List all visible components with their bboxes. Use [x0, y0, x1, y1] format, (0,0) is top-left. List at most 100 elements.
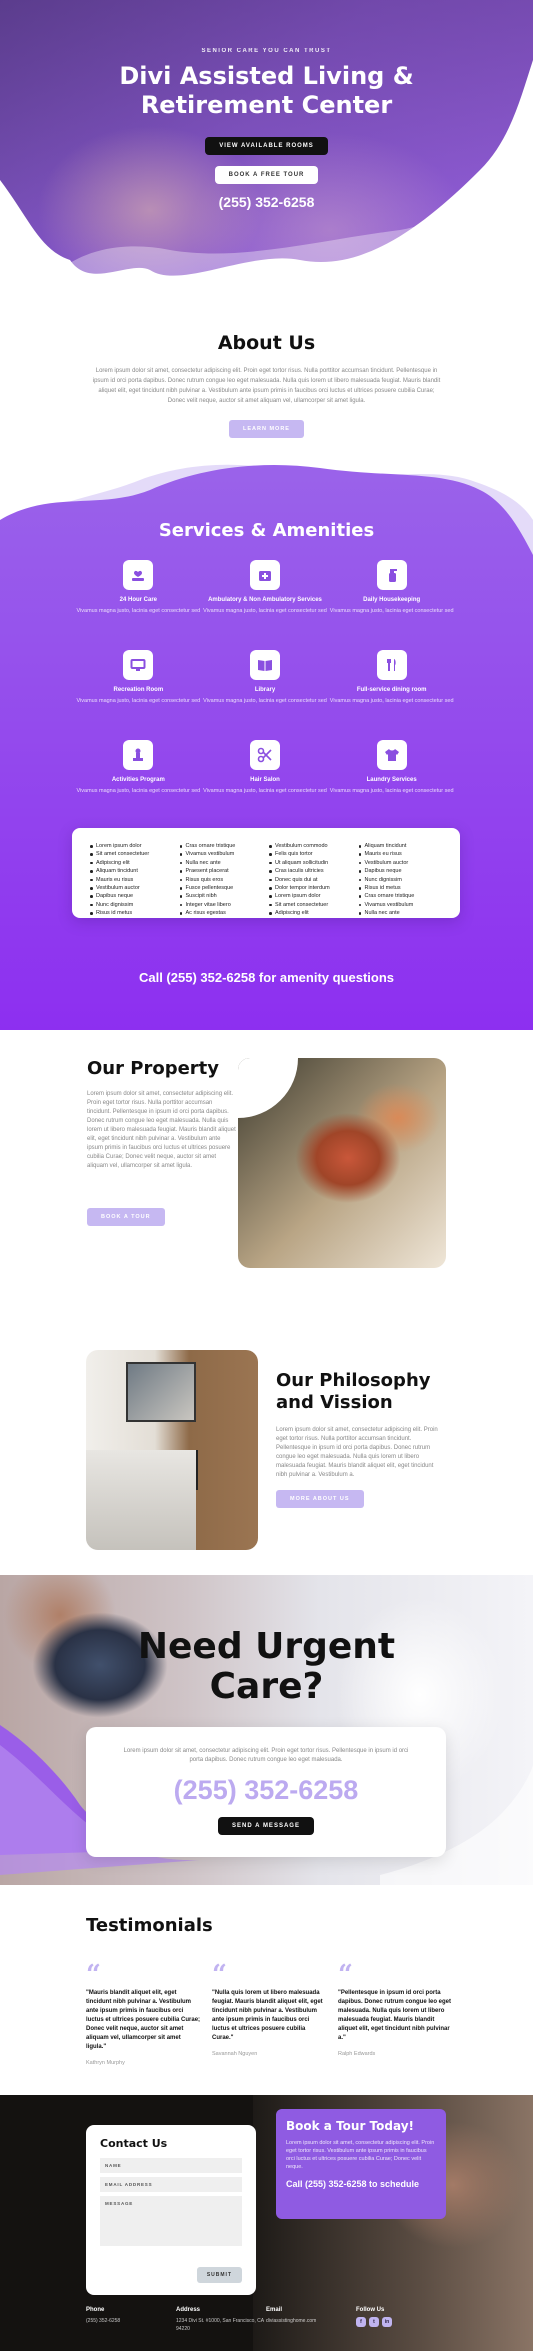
testimonial-quote: "Mauris blandit aliquet elit, eget tinci…	[86, 1990, 201, 2050]
hand-heart-icon	[123, 560, 154, 590]
footer-follow-label: Follow Us	[356, 2307, 385, 2313]
shirt-icon	[376, 740, 407, 770]
hero-phone[interactable]: (255) 352-6258	[0, 194, 533, 210]
testimonial-author: Kathryn Murphy	[86, 2060, 125, 2066]
list-item: Cras ornare tristique	[179, 842, 270, 850]
footer-phone-value[interactable]: (255) 352-6258	[86, 2317, 176, 2325]
name-field[interactable]: NAME	[100, 2158, 242, 2173]
scissors-icon	[249, 740, 280, 770]
list-item: Vestibulum auctor	[90, 884, 180, 892]
list-item: Dolor tempor interdum	[269, 884, 359, 892]
footer-phone: Phone (255) 352-6258	[86, 2307, 176, 2333]
book-tour-button[interactable]: BOOK A FREE TOUR	[214, 166, 319, 184]
message-field[interactable]: MESSAGE	[100, 2196, 242, 2246]
facebook-icon[interactable]: f	[356, 2317, 366, 2327]
list-item: Risus id metus	[358, 884, 449, 892]
list-item: Nunc dignissim	[90, 901, 180, 909]
list-item: Aliquam tincidunt	[90, 867, 180, 875]
footer-social: Follow Us f t in	[356, 2307, 446, 2333]
list-item: Cras ornare tristique	[358, 892, 449, 900]
quote-icon: “	[338, 1960, 353, 1990]
urgent-title: Need Urgent Care?	[0, 1627, 533, 1707]
more-about-us-button[interactable]: MORE ABOUT US	[276, 1490, 364, 1508]
footer-email: Email diviassistinghome.com	[266, 2307, 356, 2333]
list-item: Lorem ipsum dolor	[269, 892, 359, 900]
spray-bottle-icon	[376, 560, 407, 590]
tour-body: Lorem ipsum dolor sit amet, consectetur …	[286, 2140, 435, 2170]
urgent-title-line2: Care?	[209, 1666, 324, 1707]
services-title: Services & Amenities	[158, 520, 375, 541]
hero-section: SENIOR CARE YOU CAN TRUST Divi Assisted …	[0, 0, 533, 300]
service-title: Hair Salon	[250, 777, 280, 783]
service-desc: Vivamus magna justo, lacinia eget consec…	[203, 608, 327, 614]
list-item: Risus id metus	[90, 909, 180, 917]
instagram-icon[interactable]: in	[382, 2317, 392, 2327]
list-item: Fusce pellentesque	[179, 884, 270, 892]
service-title: 24 Hour Care	[119, 597, 157, 603]
medical-kit-icon	[249, 560, 280, 590]
property-title: Our Property	[87, 1058, 220, 1079]
amenities-list-col3: Vestibulum commodo Felis quis tortor Ut …	[269, 842, 359, 918]
chess-icon	[123, 740, 154, 770]
list-item: Cras iaculis ultricies	[269, 867, 359, 875]
amenities-list-col4: Aliquam tincidunt Mauris eu risus Vestib…	[358, 842, 449, 918]
list-item: Mauris eu risus	[90, 876, 180, 884]
property-section: Our Property Lorem ipsum dolor sit amet,…	[0, 1030, 533, 1320]
list-item: Integer vitae libero	[179, 901, 270, 909]
service-title: Recreation Room	[113, 687, 164, 693]
urgent-phone[interactable]: (255) 352-6258	[86, 1775, 446, 1806]
service-laundry: Laundry Services Vivamus magna justo, la…	[328, 740, 455, 812]
urgent-body: Lorem ipsum dolor sit amet, consectetur …	[123, 1748, 409, 1763]
footer-address-label: Address	[176, 2307, 201, 2313]
book-icon	[249, 650, 280, 680]
service-library: Library Vivamus magna justo, lacinia ege…	[202, 650, 329, 722]
tour-phone[interactable]: Call (255) 352-6258 to schedule	[286, 2179, 436, 2189]
urgent-care-section: Need Urgent Care? Lorem ipsum dolor sit …	[0, 1575, 533, 1885]
monitor-icon	[123, 650, 154, 680]
list-item: Donec quis dui at	[269, 876, 359, 884]
service-desc: Vivamus magna justo, lacinia eget consec…	[329, 608, 454, 614]
property-book-tour-button[interactable]: BOOK A TOUR	[87, 1208, 165, 1226]
testimonial-card: “ "Pellentesque in ipsum id orci porta d…	[338, 1960, 453, 2057]
fork-knife-icon	[376, 650, 407, 680]
list-item: Sit amet consectetuer	[90, 850, 180, 858]
list-item: Lorem ipsum dolor	[90, 842, 180, 850]
list-item: Risus quis eros	[179, 876, 270, 884]
testimonial-card: “ "Nulla quis lorem ut libero malesuada …	[212, 1962, 327, 2057]
amenity-call-cta[interactable]: Call (255) 352-6258 for amenity question…	[0, 970, 533, 985]
footer-email-value[interactable]: diviassistinghome.com	[266, 2317, 356, 2325]
contact-section: Book a Tour Today! Lorem ipsum dolor sit…	[0, 2095, 533, 2351]
submit-button[interactable]: SUBMIT	[196, 2267, 242, 2283]
service-24-hour-care: 24 Hour Care Vivamus magna justo, lacini…	[75, 560, 202, 632]
service-title: Activities Program	[111, 777, 165, 783]
contact-title: Contact Us	[100, 2137, 168, 2150]
list-item: Adipiscing elit	[269, 909, 359, 917]
learn-more-button[interactable]: LEARN MORE	[229, 420, 304, 438]
service-title: Daily Housekeeping	[363, 597, 421, 603]
send-message-button[interactable]: SEND A MESSAGE	[218, 1817, 314, 1835]
hero-content: SENIOR CARE YOU CAN TRUST Divi Assisted …	[0, 48, 533, 210]
list-item: Sit amet consectetuer	[269, 901, 359, 909]
list-item: Vestibulum auctor	[358, 859, 449, 867]
list-item: Praesent placerat	[179, 867, 270, 875]
service-desc: Vivamus magna justo, lacinia eget consec…	[329, 788, 454, 794]
list-item: Ut aliquam sollicitudin	[269, 859, 359, 867]
footer-address-value: 1234 Divi St. #1000, San Francisco, CA 9…	[176, 2318, 264, 2332]
property-body: Lorem ipsum dolor sit amet, consectetur …	[87, 1091, 236, 1169]
twitter-icon[interactable]: t	[369, 2317, 379, 2327]
philosophy-body: Lorem ipsum dolor sit amet, consectetur …	[276, 1427, 438, 1478]
service-desc: Vivamus magna justo, lacinia eget consec…	[203, 788, 327, 794]
email-field[interactable]: EMAIL ADDRESS	[100, 2177, 242, 2192]
list-item: Dapibus neque	[358, 867, 449, 875]
view-rooms-button[interactable]: VIEW AVAILABLE ROOMS	[205, 137, 328, 155]
service-ambulatory: Ambulatory & Non Ambulatory Services Viv…	[202, 560, 329, 632]
list-item: Mauris eu risus	[358, 850, 449, 858]
service-title: Laundry Services	[366, 777, 417, 783]
service-dining-room: Full-service dining room Vivamus magna j…	[328, 650, 455, 722]
service-desc: Vivamus magna justo, lacinia eget consec…	[329, 698, 454, 704]
footer: Phone (255) 352-6258 Address 1234 Divi S…	[86, 2307, 446, 2333]
list-item: Adipiscing elit	[90, 859, 180, 867]
hero-eyebrow: SENIOR CARE YOU CAN TRUST	[201, 48, 332, 54]
footer-address: Address 1234 Divi St. #1000, San Francis…	[176, 2307, 266, 2333]
contact-form: Contact Us NAME EMAIL ADDRESS MESSAGE SU…	[86, 2125, 256, 2295]
